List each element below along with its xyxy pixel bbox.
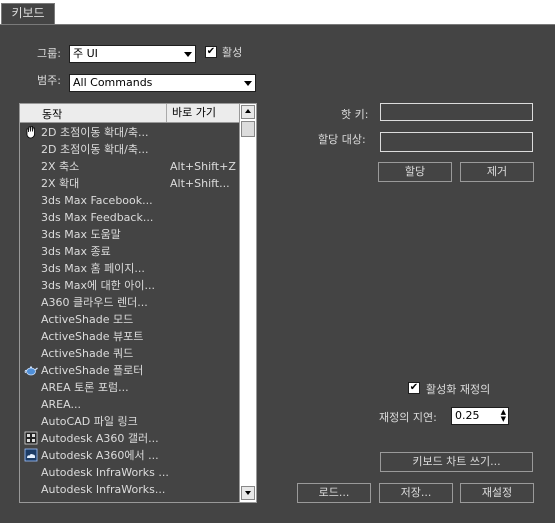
- list-item[interactable]: AREA 토론 포럼...: [20, 379, 239, 396]
- action-name: 2D 초점이동 확대/축...: [41, 126, 149, 139]
- list-item[interactable]: 2X 축소 Alt+Shift+Z: [20, 158, 239, 175]
- reinit-checkbox[interactable]: ✔: [408, 382, 420, 394]
- list-item[interactable]: 3ds Max 종료: [20, 243, 239, 260]
- list-item[interactable]: 3ds Max 홈 페이지...: [20, 260, 239, 277]
- action-name: 3ds Max 홈 페이지...: [41, 262, 145, 275]
- action-name: AutoCAD 파일 링크: [41, 415, 138, 428]
- action-name: Autodesk InfraWorks ...: [41, 466, 169, 479]
- hotkey-label: 핫 키:: [341, 108, 369, 121]
- load-button[interactable]: 로드...: [297, 483, 371, 503]
- reset-button[interactable]: 재설정: [460, 483, 534, 503]
- list-item[interactable]: Autodesk InfraWorks ...: [20, 464, 239, 481]
- category-label: 범주:: [37, 74, 61, 87]
- list-item[interactable]: 3ds Max에 대한 아이...: [20, 277, 239, 294]
- scroll-thumb[interactable]: [241, 121, 255, 137]
- active-label: 활성: [222, 46, 243, 59]
- assign-button[interactable]: 할당: [378, 162, 452, 182]
- delay-spinner[interactable]: 0.25 ▲ ▼: [451, 407, 509, 425]
- action-name: ActiveShade 플로터: [41, 364, 144, 377]
- list-item[interactable]: Autodesk A360 갤러...: [20, 430, 239, 447]
- list-item[interactable]: AREA...: [20, 396, 239, 413]
- list-header: 동작 바로 가기: [20, 104, 239, 123]
- action-name: 2X 축소: [41, 160, 80, 173]
- list-item[interactable]: ActiveShade 플로터: [20, 362, 239, 379]
- action-shortcut: Alt+Shift...: [170, 177, 230, 190]
- action-shortcut: Alt+Shift+Z: [170, 160, 236, 173]
- list-item[interactable]: AutoCAD 파일 링크: [20, 413, 239, 430]
- list-item[interactable]: 3ds Max Feedback...: [20, 209, 239, 226]
- action-name: 3ds Max Facebook...: [41, 194, 153, 207]
- action-list[interactable]: 동작 바로 가기 2D 초점이동 확대/축... 2D 초점이동 확대/축... 2…: [19, 103, 257, 503]
- list-scrollbar[interactable]: [239, 104, 256, 502]
- action-name: ActiveShade 쿼드: [41, 347, 134, 360]
- list-item[interactable]: 3ds Max 도움말: [20, 226, 239, 243]
- list-item[interactable]: ActiveShade 모드: [20, 311, 239, 328]
- action-name: 3ds Max Feedback...: [41, 211, 154, 224]
- spinner-arrows-icon[interactable]: ▲ ▼: [501, 409, 506, 423]
- list-item[interactable]: ActiveShade 뷰포트: [20, 328, 239, 345]
- scroll-up-button[interactable]: [241, 105, 255, 119]
- scroll-down-button[interactable]: [241, 486, 255, 500]
- list-rows: 2D 초점이동 확대/축... 2D 초점이동 확대/축... 2X 축소 Alt+S…: [20, 124, 239, 498]
- action-name: ActiveShade 뷰포트: [41, 330, 144, 343]
- cloud-icon: [24, 448, 38, 462]
- action-name: Autodesk A360 갤러...: [41, 432, 159, 445]
- action-name: 3ds Max 도움말: [41, 228, 121, 241]
- action-name: AREA 토론 포럼...: [41, 381, 129, 394]
- chevron-down-icon: [244, 81, 252, 86]
- teapot-icon: [24, 363, 38, 377]
- list-item[interactable]: 2D 초점이동 확대/축...: [20, 124, 239, 141]
- action-name: 2X 확대: [41, 177, 80, 190]
- arrow-up-icon: [245, 109, 251, 113]
- column-header-action[interactable]: 동작: [42, 106, 62, 122]
- chevron-down-icon: [184, 52, 192, 57]
- list-item[interactable]: Autodesk A360에서 ...: [20, 447, 239, 464]
- group-value: 주 UI: [73, 47, 98, 60]
- write-keyboard-chart-button[interactable]: 키보드 차트 쓰기...: [380, 452, 533, 472]
- list-item[interactable]: Autodesk InfraWorks...: [20, 481, 239, 498]
- action-name: A360 클라우드 렌더...: [41, 296, 148, 309]
- remove-button[interactable]: 제거: [460, 162, 534, 182]
- group-label: 그룹:: [37, 47, 61, 60]
- hand-icon: [24, 125, 38, 139]
- action-name: AREA...: [41, 398, 81, 411]
- column-header-shortcut[interactable]: 바로 가기: [166, 104, 216, 122]
- list-item[interactable]: 2X 확대 Alt+Shift...: [20, 175, 239, 192]
- category-dropdown[interactable]: All Commands: [69, 74, 256, 92]
- list-item[interactable]: 3ds Max Facebook...: [20, 192, 239, 209]
- list-item[interactable]: 2D 초점이동 확대/축...: [20, 141, 239, 158]
- tab-keyboard[interactable]: 키보드: [1, 3, 55, 24]
- list-item[interactable]: ActiveShade 쿼드: [20, 345, 239, 362]
- group-dropdown[interactable]: 주 UI: [69, 45, 196, 63]
- active-checkbox[interactable]: ✔: [205, 46, 217, 58]
- action-name: 3ds Max 종료: [41, 245, 111, 258]
- hotkey-field[interactable]: [380, 103, 533, 121]
- assigned-to-field: [380, 132, 533, 152]
- category-value: All Commands: [73, 76, 153, 89]
- action-name: Autodesk InfraWorks...: [41, 483, 166, 496]
- assigned-to-label: 할당 대상:: [318, 133, 366, 146]
- action-name: 3ds Max에 대한 아이...: [41, 279, 156, 292]
- save-button[interactable]: 저장...: [379, 483, 453, 503]
- action-name: 2D 초점이동 확대/축...: [41, 143, 149, 156]
- action-name: Autodesk A360에서 ...: [41, 449, 159, 462]
- delay-label: 재정의 지연:: [379, 411, 437, 424]
- arrow-down-icon: [245, 491, 251, 495]
- list-item[interactable]: A360 클라우드 렌더...: [20, 294, 239, 311]
- reinit-label: 활성화 재정의: [426, 383, 491, 396]
- delay-value: 0.25: [455, 409, 480, 422]
- tab-bar: 키보드: [0, 0, 555, 24]
- action-name: ActiveShade 모드: [41, 313, 134, 326]
- gallery-icon: [24, 431, 38, 445]
